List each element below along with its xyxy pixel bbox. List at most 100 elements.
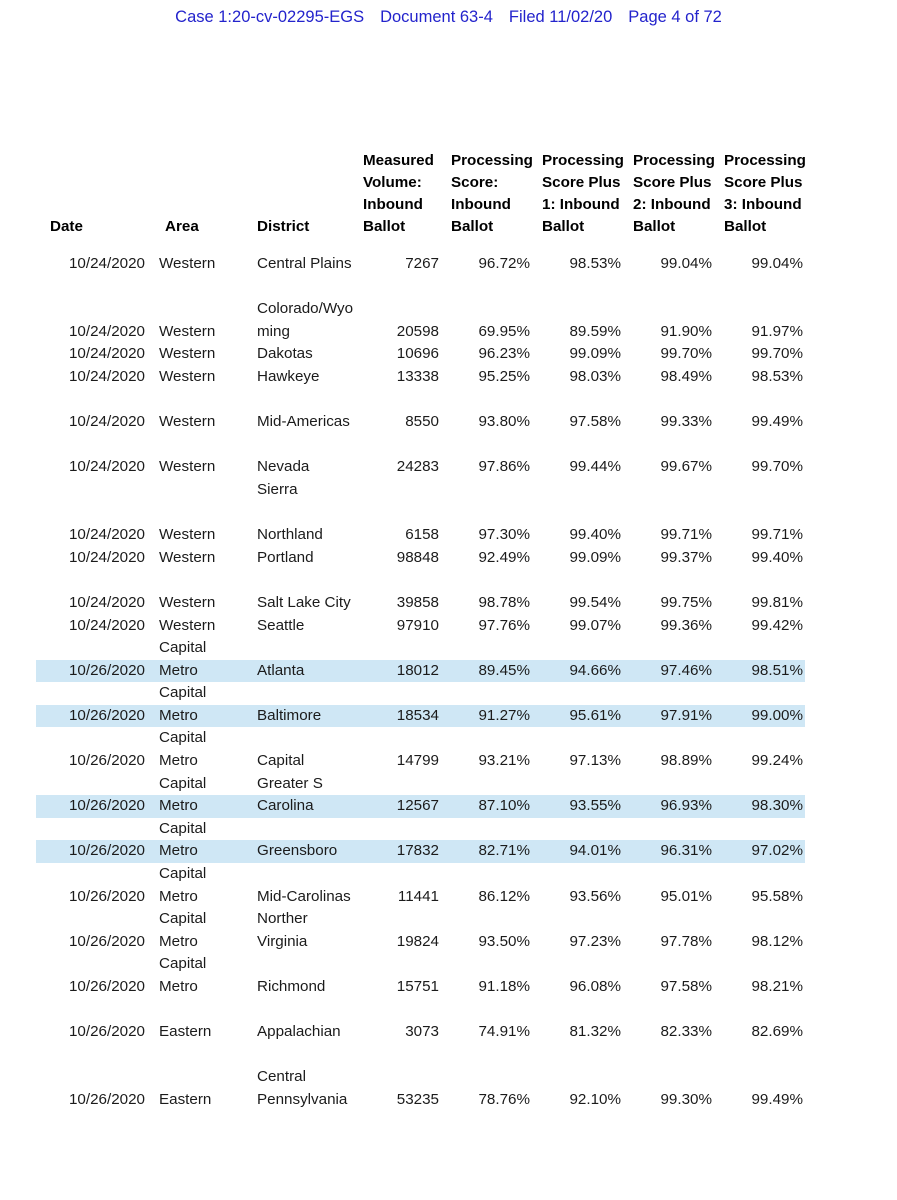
cell-district: Mid-Americas xyxy=(257,413,350,431)
cell-processing-score: 87.10% xyxy=(441,795,532,818)
cell-plus3-blank xyxy=(714,682,805,705)
table-header: Date Area District Measured Volume: Inbo… xyxy=(36,150,806,242)
column-header-line: Processing xyxy=(451,152,533,169)
column-header-line: Inbound xyxy=(363,196,423,213)
table-row-continuation: Capital Norther xyxy=(36,908,805,931)
cell-measured-volume: 10696 xyxy=(396,345,439,363)
table-row-continuation: Capital xyxy=(36,637,805,660)
cell-score-blank xyxy=(441,637,532,660)
processing-scores-table: Date Area District Measured Volume: Inbo… xyxy=(36,150,806,1112)
cell-plus3-blank xyxy=(714,953,805,976)
cell-area: Metro xyxy=(151,840,243,864)
cell-processing-score: 78.76% xyxy=(478,1090,530,1108)
cell-measured-volume: 8550 xyxy=(405,413,439,431)
column-header-line: Processing xyxy=(633,152,715,169)
column-header-line: 2: Inbound xyxy=(633,196,711,213)
cell-measured-volume: 53235 xyxy=(396,1090,439,1108)
cell-date: 10/24/2020 xyxy=(68,548,145,566)
cell-plus2-blank xyxy=(623,773,714,796)
table-spacer-row xyxy=(36,434,805,457)
table-spacer-row xyxy=(36,1044,805,1067)
cell-volume-blank xyxy=(353,908,441,931)
cell-date: 10/26/2020 xyxy=(68,1090,145,1108)
table-row: 10/26/2020 Eastern Pennsylvania 53235 78.76%… xyxy=(36,1089,805,1112)
cell-volume-blank xyxy=(353,773,441,796)
table-spacer-row xyxy=(36,242,805,253)
cell-date: 10/26/2020 xyxy=(68,932,145,950)
cell-plus1-blank xyxy=(532,863,623,886)
cell-plus3-blank xyxy=(714,637,805,660)
cell-processing-score-plus-1: 99.54% xyxy=(569,593,621,611)
cell-processing-score: 98.78% xyxy=(478,593,530,611)
cell-district-wrap xyxy=(243,682,353,705)
cell-district-wrap: Norther xyxy=(257,910,308,928)
table-row: 10/24/2020 Western Mid-Americas 8550 93.80% 9… xyxy=(36,411,805,434)
table-row: 10/24/2020 Western Northland 6158 97.30% 99.4… xyxy=(36,524,805,547)
table-row-continuation: Colorado/Wyo xyxy=(36,298,805,321)
table-row: 10/26/2020 Eastern Appalachian 3073 74.91% 81… xyxy=(36,1021,805,1044)
cell-processing-score-plus-1: 99.07% xyxy=(569,616,621,634)
table-row: 10/26/2020 Metro Richmond 15751 91.18% 96.08%… xyxy=(36,976,805,999)
cell-plus3-blank xyxy=(714,727,805,750)
column-header-line: Score Plus xyxy=(633,174,712,191)
cell-processing-score-plus-1: 97.13% xyxy=(569,752,621,770)
cell-plus3-blank xyxy=(714,908,805,931)
column-header-processing-score-plus-1: Processing Score Plus 1: Inbound Ballot xyxy=(532,150,624,242)
cell-processing-score-plus-3: 98.12% xyxy=(751,932,803,950)
cell-processing-score-plus-3: 99.04% xyxy=(751,255,803,272)
table-spacer-row xyxy=(36,502,805,525)
cell-measured-volume: 12567 xyxy=(353,795,441,818)
cell-date-continuation xyxy=(36,908,151,931)
cell-area: Western xyxy=(159,548,216,566)
cell-score-blank xyxy=(441,863,532,886)
cell-date: 10/24/2020 xyxy=(68,367,145,385)
cell-area-wrap xyxy=(151,1066,243,1089)
column-header-line: Ballot xyxy=(542,218,585,235)
column-header-line: Processing xyxy=(542,152,624,169)
cell-district: Virginia xyxy=(257,932,308,950)
table-row: 10/24/2020 Western Salt Lake City 39858 98.7… xyxy=(36,592,805,615)
cell-processing-score: 96.23% xyxy=(478,345,530,363)
cell-processing-score-plus-3: 99.70% xyxy=(751,458,803,476)
cell-processing-score: 91.18% xyxy=(478,978,530,995)
cell-processing-score-plus-3: 99.81% xyxy=(751,593,803,611)
cell-measured-volume: 20598 xyxy=(396,322,439,340)
cell-date: 10/26/2020 xyxy=(68,887,145,905)
cell-area: Metro xyxy=(151,659,243,683)
cell-processing-score: 97.30% xyxy=(478,526,530,544)
cell-plus1-blank xyxy=(532,727,623,750)
cell-area: Metro xyxy=(151,704,243,728)
column-header-line: Measured xyxy=(363,152,434,169)
table-row: 10/26/2020 Metro Carolina 12567 87.10% 93.55%… xyxy=(36,795,805,818)
cell-processing-score-plus-3: 99.40% xyxy=(751,548,803,566)
column-header-processing-score-plus-3: Processing Score Plus 3: Inbound Ballot xyxy=(714,150,806,242)
cell-district-wrap xyxy=(243,637,353,660)
cell-processing-score-plus-2: 99.75% xyxy=(660,593,712,611)
cell-area-wrap: Capital xyxy=(159,774,207,792)
cell-processing-score-plus-3: 99.70% xyxy=(751,345,803,363)
cell-score-blank xyxy=(441,682,532,705)
cell-area-wrap xyxy=(151,298,243,321)
cell-score-blank xyxy=(441,1066,532,1089)
cell-plus2-blank xyxy=(623,298,714,321)
cell-processing-score-plus-3: 99.49% xyxy=(751,1090,803,1108)
cell-date: 10/24/2020 xyxy=(68,345,145,363)
cell-measured-volume: 3073 xyxy=(405,1023,439,1041)
cell-processing-score-plus-1: 93.56% xyxy=(569,887,621,905)
ecf-header-stamp: Case 1:20-cv-02295-EGS Document 63-4 Filed… xyxy=(0,8,897,27)
cell-processing-score-plus-2: 99.70% xyxy=(660,345,712,363)
cell-date: 10/26/2020 xyxy=(68,978,145,995)
cell-area-wrap: Capital xyxy=(159,684,207,702)
cell-date: 10/24/2020 xyxy=(68,255,145,272)
cell-processing-score-plus-3: 82.69% xyxy=(751,1023,803,1041)
cell-processing-score-plus-3: 98.53% xyxy=(751,367,803,385)
cell-processing-score-plus-1: 99.40% xyxy=(569,526,621,544)
cell-date: 10/24/2020 xyxy=(68,593,145,611)
cell-measured-volume: 18534 xyxy=(353,704,441,728)
cell-processing-score-plus-2: 95.01% xyxy=(660,887,712,905)
cell-processing-score: 86.12% xyxy=(478,887,530,905)
cell-date-continuation xyxy=(36,953,151,976)
cell-area: Western xyxy=(159,593,216,611)
cell-district-wrap xyxy=(243,727,353,750)
cell-processing-score-plus-2: 99.33% xyxy=(660,413,712,431)
